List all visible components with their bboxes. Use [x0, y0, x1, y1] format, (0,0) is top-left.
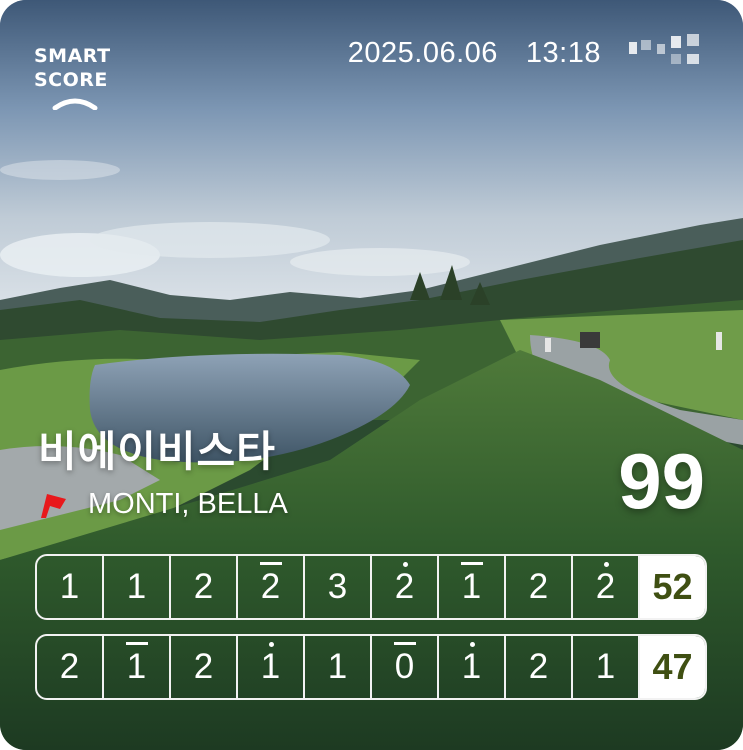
hole-score-cell: 1 [104, 636, 171, 698]
hole-score: 2 [528, 567, 549, 606]
players-row: MONTI, BELLA [38, 488, 288, 521]
dot-mark [402, 562, 408, 567]
smart-score-logo: SMART SCORE [34, 44, 118, 110]
hole-score: 1 [260, 647, 281, 686]
hole-score-cell: 1 [37, 556, 104, 618]
hole-score: 1 [126, 567, 147, 606]
hole-score: 2 [193, 647, 214, 686]
hole-score: 1 [126, 647, 147, 686]
hole-score-cell: 1 [104, 556, 171, 618]
hole-score-cell: 2 [573, 556, 640, 618]
hole-score: 1 [595, 647, 616, 686]
hole-score: 0 [394, 647, 415, 686]
pixelated-signal-icon [629, 34, 709, 72]
hole-score-cell: 2 [372, 556, 439, 618]
flag-icon [41, 493, 66, 518]
hole-score-cell: 1 [573, 636, 640, 698]
logo-arc-icon [52, 98, 98, 110]
par-bar-mark [259, 562, 282, 565]
hole-score-cell: 2 [171, 556, 238, 618]
time-text: 13:18 [525, 36, 601, 69]
subtotal-score: 52 [640, 556, 705, 618]
hole-score: 2 [260, 567, 281, 606]
hole-score: 3 [327, 567, 348, 606]
hole-score: 2 [394, 567, 415, 606]
hole-score-cell: 2 [238, 556, 305, 618]
par-bar-mark [125, 642, 148, 645]
par-bar-mark [460, 562, 483, 565]
dot-mark [603, 562, 609, 567]
hole-score: 1 [59, 567, 80, 606]
hole-score-cell: 3 [305, 556, 372, 618]
hole-score-cell: 2 [37, 636, 104, 698]
par-bar-mark [393, 642, 416, 645]
hole-score-cell: 1 [439, 556, 506, 618]
players-names: MONTI, BELLA [88, 488, 288, 520]
hole-score-cell: 1 [439, 636, 506, 698]
logo-line-1: SMART [34, 45, 111, 67]
hole-score: 2 [193, 567, 214, 606]
scorecard-back-nine: 2 1 2 1 1 0 1 2 1 47 [35, 634, 707, 700]
hole-score: 1 [461, 567, 482, 606]
score-card: SMART SCORE 2025.06.06 13:18 비에이비스타 MONT… [0, 0, 743, 750]
hole-score: 2 [595, 567, 616, 606]
hole-score-cell: 2 [506, 636, 573, 698]
scorecard-front-nine: 1 1 2 2 3 2 1 2 2 52 [35, 554, 707, 620]
hole-score: 2 [528, 647, 549, 686]
date-text: 2025.06.06 [347, 36, 498, 69]
hole-score: 1 [327, 647, 348, 686]
hole-score-cell: 2 [171, 636, 238, 698]
dot-mark [268, 642, 274, 647]
hole-score: 2 [59, 647, 80, 686]
hole-score: 1 [461, 647, 482, 686]
course-name: 비에이비스타 [38, 428, 276, 475]
logo-line-2: SCORE [34, 69, 108, 91]
subtotal-score: 47 [640, 636, 705, 698]
hole-score-cell: 1 [238, 636, 305, 698]
status-bar: 2025.06.06 13:18 [348, 34, 709, 72]
dot-mark [469, 642, 475, 647]
hole-score-cell: 2 [506, 556, 573, 618]
total-score: 99 [618, 437, 705, 525]
hole-score-cell: 1 [305, 636, 372, 698]
hole-score-cell: 0 [372, 636, 439, 698]
